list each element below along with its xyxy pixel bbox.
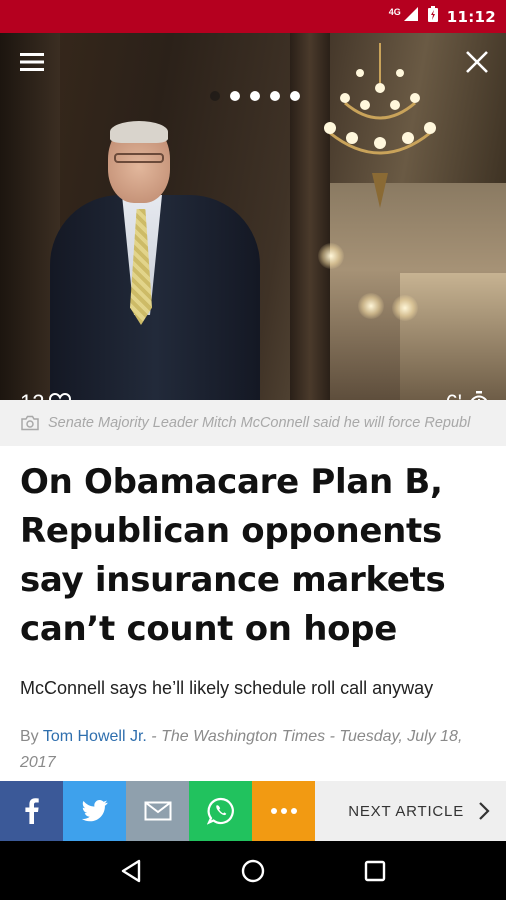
clock: 11:12 <box>446 7 496 26</box>
share-twitter-button[interactable] <box>63 781 126 841</box>
slide-dot[interactable] <box>270 91 280 101</box>
share-facebook-button[interactable] <box>0 781 63 841</box>
share-email-button[interactable] <box>126 781 189 841</box>
email-icon <box>144 801 171 821</box>
next-article-label: NEXT ARTICLE <box>348 802 464 820</box>
more-icon <box>270 808 297 814</box>
status-bar: 4G 11:12 <box>0 0 506 33</box>
recents-button[interactable] <box>350 846 400 896</box>
close-icon <box>466 51 488 73</box>
hamburger-icon <box>20 53 44 71</box>
read-time: 6' <box>446 390 490 400</box>
camera-icon <box>21 415 39 431</box>
facebook-icon <box>24 798 39 824</box>
article-byline: By Tom Howell Jr. - The Washington Times… <box>20 724 490 776</box>
system-nav-bar <box>0 841 506 900</box>
byline-prefix: By <box>20 728 43 745</box>
lamp-light <box>392 295 418 321</box>
share-more-button[interactable] <box>252 781 315 841</box>
article-subhead: McConnell says he’ll likely schedule rol… <box>20 678 434 698</box>
slide-dot[interactable] <box>210 91 220 101</box>
lamp-light <box>318 243 344 269</box>
slide-dot[interactable] <box>290 91 300 101</box>
close-button[interactable] <box>458 45 496 79</box>
chandelier-icon <box>324 43 436 208</box>
chevron-right-icon <box>479 802 490 820</box>
twitter-icon <box>81 800 107 822</box>
share-whatsapp-button[interactable] <box>189 781 252 841</box>
hero-background <box>400 273 506 400</box>
lamp-light <box>358 293 384 319</box>
back-icon <box>121 859 141 882</box>
like-button[interactable]: 12 <box>20 390 72 400</box>
battery-icon <box>427 5 439 28</box>
photo-subject <box>50 121 260 400</box>
likes-count: 12 <box>20 390 44 400</box>
back-button[interactable] <box>106 846 156 896</box>
network-type: 4G <box>388 6 401 17</box>
menu-button[interactable] <box>14 47 50 77</box>
caption-text: Senate Majority Leader Mitch McConnell s… <box>48 415 471 431</box>
recents-icon <box>364 860 386 881</box>
slide-indicator <box>210 91 300 101</box>
next-article-button[interactable]: NEXT ARTICLE <box>315 781 506 841</box>
signal-icon <box>403 6 419 27</box>
slide-dot[interactable] <box>250 91 260 101</box>
timer-icon <box>470 391 488 400</box>
photo-caption: Senate Majority Leader Mitch McConnell s… <box>0 400 506 446</box>
whatsapp-icon <box>206 797 234 825</box>
author-link[interactable]: Tom Howell Jr. <box>43 728 147 745</box>
slide-dot[interactable] <box>230 91 240 101</box>
read-time-value: 6' <box>446 390 462 400</box>
hero-image[interactable]: 12 6' <box>0 33 506 400</box>
article-headline: On Obamacare Plan B, Republican opponent… <box>20 462 446 649</box>
share-bar: NEXT ARTICLE <box>0 781 506 841</box>
heart-icon <box>49 392 72 400</box>
home-icon <box>241 859 265 882</box>
home-button[interactable] <box>228 846 278 896</box>
